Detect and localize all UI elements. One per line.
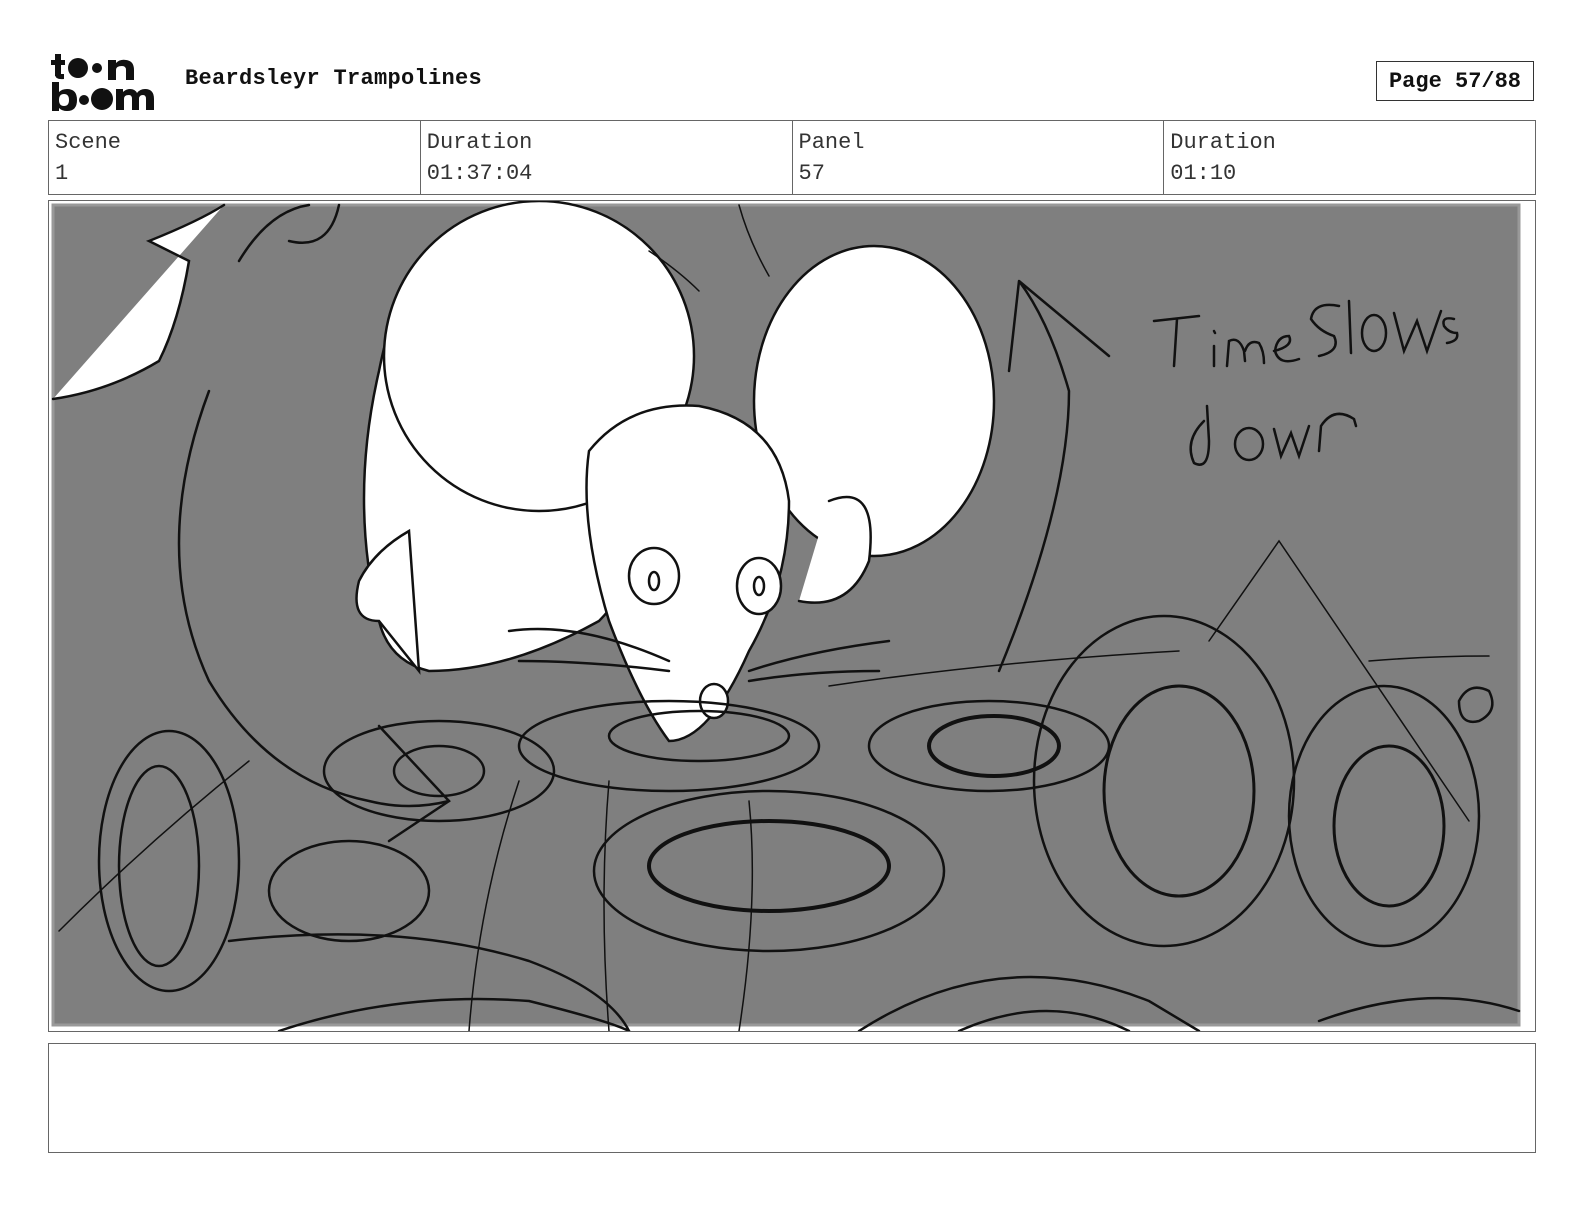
toon-boom-logo bbox=[51, 54, 154, 111]
panel-duration-label: Duration bbox=[1170, 130, 1276, 155]
panel-duration-cell: Duration 01:10 bbox=[1164, 121, 1535, 194]
panel-sketch bbox=[51, 201, 1521, 1031]
panel-notes-box bbox=[48, 1043, 1536, 1153]
scene-value: 1 bbox=[55, 161, 69, 186]
scene-duration-value: 01:37:04 bbox=[426, 161, 533, 186]
page-indicator: Page 57/88 bbox=[1376, 61, 1534, 101]
scene-duration-label: Duration bbox=[426, 130, 533, 155]
project-title: Beardsleyr Trampolines bbox=[185, 66, 483, 91]
scene-duration-cell: Duration 01:37:04 bbox=[421, 121, 793, 194]
scene-cell: Scene 1 bbox=[49, 121, 421, 194]
storyboard-panel bbox=[48, 200, 1536, 1032]
scene-info-table: Scene 1 Duration 01:37:04 Panel 57 Durat… bbox=[48, 120, 1536, 195]
panel-duration-value: 01:10 bbox=[1170, 161, 1237, 186]
scene-label: Scene bbox=[55, 130, 122, 155]
panel-label: Panel bbox=[798, 130, 865, 155]
panel-value: 57 bbox=[798, 161, 825, 186]
panel-cell: Panel 57 bbox=[793, 121, 1165, 194]
